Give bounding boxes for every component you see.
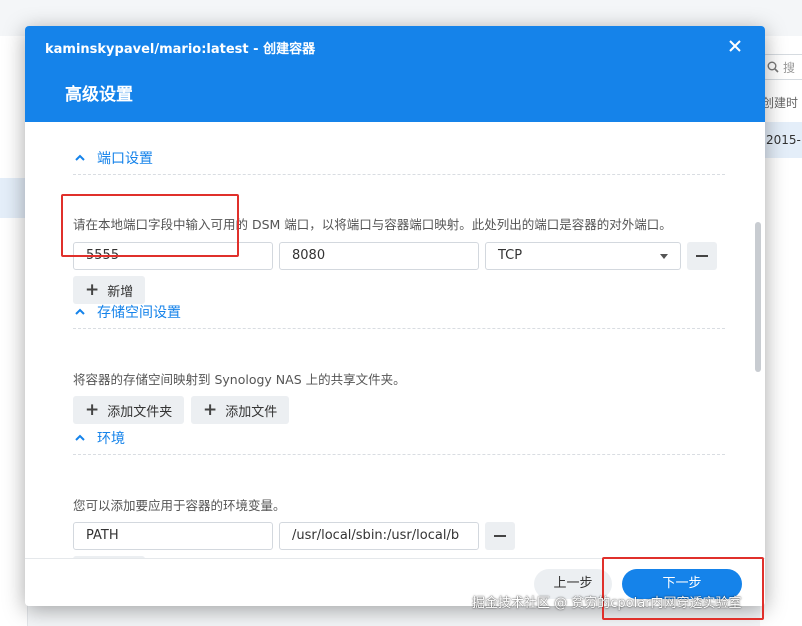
- window-title: kaminskypavel/mario:latest - 创建容器: [45, 42, 316, 57]
- dialog-header: kaminskypavel/mario:latest - 创建容器 高级设置: [25, 26, 765, 122]
- add-file-label: 添加文件: [225, 404, 278, 420]
- watermark: 掘金技术社区 @ 贫穷的cpolar内网穿透实验室: [472, 596, 742, 611]
- protocol-value: TCP: [498, 248, 523, 263]
- background-search-field[interactable]: 搜: [762, 54, 802, 80]
- background-table-row[interactable]: 2015-: [760, 122, 802, 158]
- chevron-up-icon: [75, 154, 85, 161]
- close-icon: [729, 40, 741, 52]
- protocol-select[interactable]: TCP: [485, 242, 681, 270]
- environment-header[interactable]: 环境: [73, 428, 725, 455]
- add-folder-label: 添加文件夹: [107, 404, 173, 420]
- close-button[interactable]: [725, 36, 745, 56]
- background-sidebar-selected: [0, 178, 28, 218]
- port-settings-header[interactable]: 端口设置: [73, 148, 725, 175]
- minus-icon: [494, 535, 506, 537]
- storage-settings-header[interactable]: 存储空间设置: [73, 302, 725, 329]
- chevron-up-icon: [75, 434, 85, 441]
- plus-icon: +: [85, 279, 100, 300]
- chevron-down-icon: [660, 253, 668, 259]
- storage-settings-title: 存储空间设置: [97, 305, 181, 321]
- background-search-placeholder: 搜: [783, 60, 796, 75]
- remove-port-button[interactable]: [687, 242, 717, 270]
- env-variable-name-input[interactable]: PATH: [73, 522, 273, 550]
- env-variable-value-input[interactable]: /usr/local/sbin:/usr/local/b: [279, 522, 479, 550]
- content-scrollbar[interactable]: [755, 222, 761, 372]
- page-title: 高级设置: [65, 85, 133, 105]
- environment-description: 您可以添加要应用于容器的环境变量。: [73, 498, 286, 513]
- add-file-button[interactable]: + 添加文件: [191, 396, 290, 424]
- remove-env-button[interactable]: [485, 522, 515, 550]
- storage-settings-description: 将容器的存储空间映射到 Synology NAS 上的共享文件夹。: [73, 372, 406, 387]
- create-container-dialog: kaminskypavel/mario:latest - 创建容器 高级设置 端…: [25, 26, 765, 606]
- search-icon: [767, 61, 779, 73]
- port-settings-title: 端口设置: [97, 151, 153, 167]
- chevron-up-icon: [75, 308, 85, 315]
- settings-content: 端口设置 请在本地端口字段中输入可用的 DSM 端口，以将端口与容器端口映射。此…: [25, 122, 765, 558]
- port-settings-description: 请在本地端口字段中输入可用的 DSM 端口，以将端口与容器端口映射。此处列出的端…: [73, 217, 672, 232]
- plus-icon: +: [85, 399, 100, 420]
- plus-icon: +: [203, 399, 218, 420]
- background-column-header[interactable]: 创建时: [762, 92, 802, 114]
- container-port-input[interactable]: 8080: [279, 242, 479, 270]
- minus-icon: [696, 255, 708, 257]
- background-sidebar: [0, 36, 28, 626]
- environment-title: 环境: [97, 431, 125, 447]
- add-port-button[interactable]: + 新增: [73, 276, 146, 304]
- local-port-input[interactable]: 5555: [73, 242, 273, 270]
- add-folder-button[interactable]: + 添加文件夹: [73, 396, 185, 424]
- add-port-label: 新增: [107, 284, 134, 300]
